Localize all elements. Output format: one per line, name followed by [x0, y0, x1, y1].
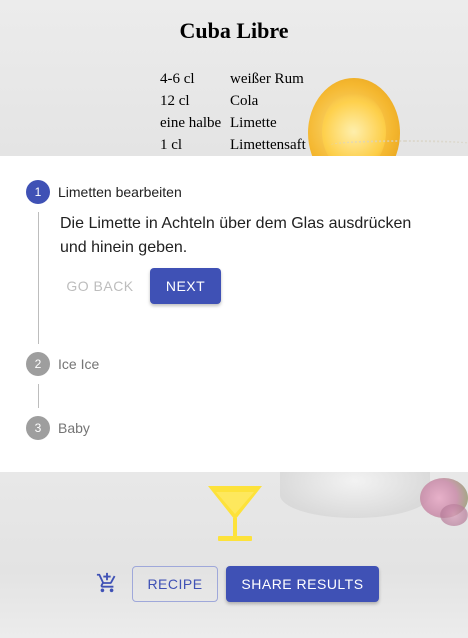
- step-content-text: Die Limette in Achteln über dem Glas aus…: [60, 215, 412, 256]
- next-button[interactable]: NEXT: [150, 268, 221, 304]
- recipe-title: Cuba Libre: [179, 18, 289, 43]
- recipe-header: Cuba Libre 4-6 cl weißer Rum 12 cl Cola …: [0, 0, 468, 156]
- ingredient-name: Cola: [230, 93, 259, 109]
- ingredient-row: eine halbe Limette: [160, 112, 306, 134]
- ingredient-amount: 4-6 cl: [160, 71, 195, 87]
- step-label: Baby: [58, 420, 90, 436]
- ingredient-name: Limette: [230, 115, 277, 131]
- step-2[interactable]: 2 Ice Ice: [26, 352, 99, 376]
- ingredient-name: weißer Rum: [230, 71, 304, 87]
- cocktail-glass-icon: [208, 486, 262, 541]
- vertical-stepper: 1 Limetten bearbeiten Die Limette in Ach…: [0, 156, 468, 472]
- step-label: Limetten bearbeiten: [58, 184, 182, 200]
- ingredient-row: 1 cl Limettensaft: [160, 134, 306, 156]
- step-connector: [38, 212, 39, 344]
- ingredient-row: 4-6 cl weißer Rum: [160, 68, 306, 90]
- step-label: Ice Ice: [58, 356, 100, 372]
- step-3[interactable]: 3 Baby: [26, 416, 90, 440]
- ingredient-amount: 12 cl: [160, 93, 190, 109]
- glass-background-image: [280, 472, 430, 518]
- add-shopping-cart-icon[interactable]: [96, 572, 118, 594]
- step-number-badge: 1: [26, 180, 50, 204]
- ingredient-row: 12 cl Cola: [160, 90, 306, 112]
- step-number-badge: 2: [26, 352, 50, 376]
- step-connector: [38, 384, 39, 408]
- ingredient-name: Limettensaft: [230, 137, 306, 153]
- ingredient-amount: 1 cl: [160, 137, 183, 153]
- step-1[interactable]: 1 Limetten bearbeiten: [26, 180, 182, 204]
- go-back-button[interactable]: GO BACK: [60, 268, 140, 304]
- ingredient-list: 4-6 cl weißer Rum 12 cl Cola eine halbe …: [160, 68, 306, 156]
- results-footer: RECIPE SHARE RESULTS: [0, 472, 468, 638]
- ingredient-amount: eine halbe: [160, 115, 222, 131]
- recipe-button[interactable]: RECIPE: [132, 566, 218, 602]
- share-results-button[interactable]: SHARE RESULTS: [226, 566, 379, 602]
- step-number-badge: 3: [26, 416, 50, 440]
